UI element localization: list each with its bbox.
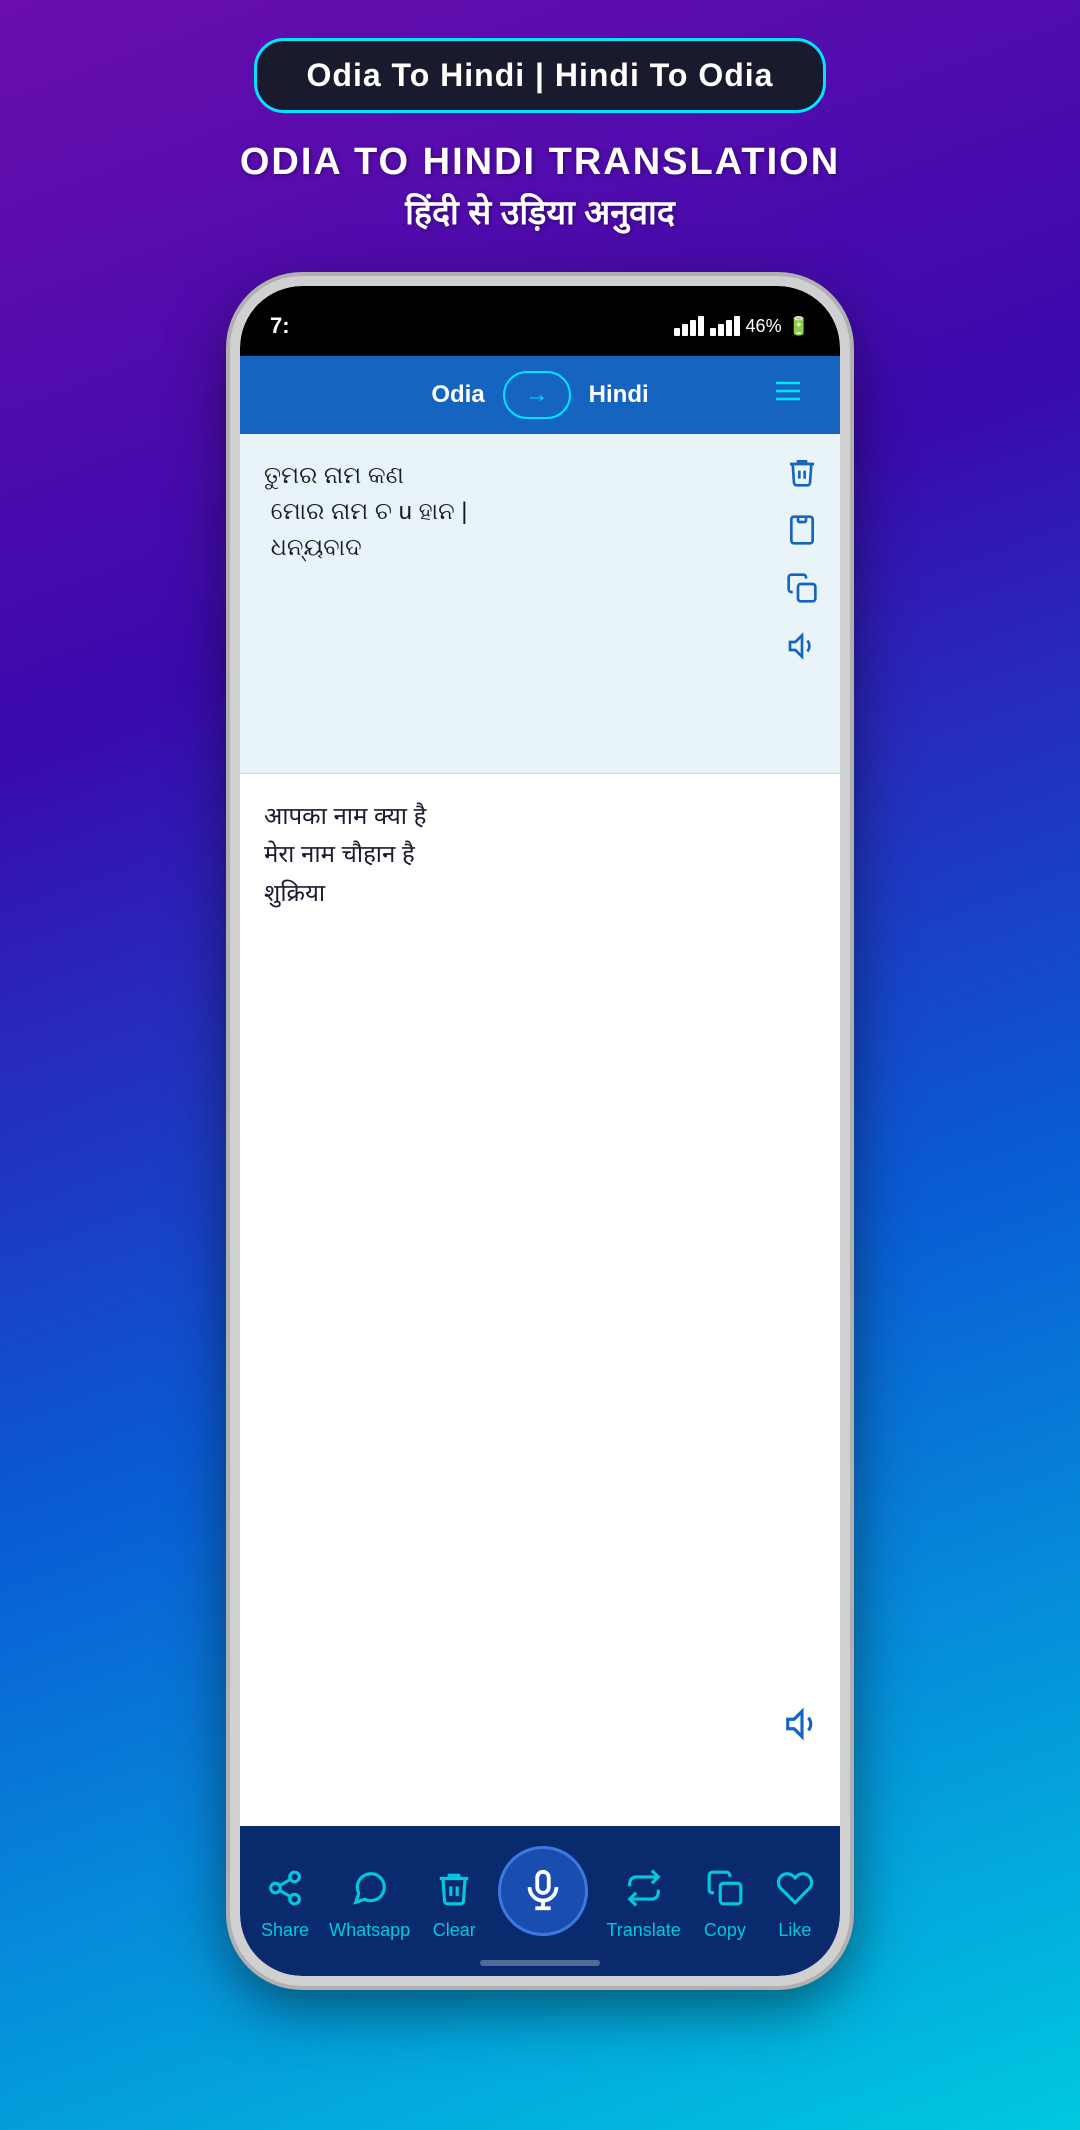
- copy-bottom-button[interactable]: Copy: [699, 1862, 751, 1941]
- notch: [460, 286, 620, 322]
- copy-label: Copy: [704, 1920, 746, 1941]
- share-icon-wrap: [259, 1862, 311, 1914]
- translate-button[interactable]: Translate: [606, 1862, 680, 1941]
- phone-mockup: 7: 46% 🔋 Odia → Hindi: [230, 276, 850, 1986]
- input-text: ତୁମର ନାମ କଣ ମୋର ନାମ ଚ u ହାନ | ଧନ୍ୟବାଦ: [264, 458, 816, 566]
- signal-bar-1: [674, 316, 704, 336]
- output-section: आपका नाम क्या है मेरा नाम चौहान है शुक्र…: [240, 774, 840, 1826]
- app-nav: Odia → Hindi: [240, 356, 840, 434]
- speak-input-button[interactable]: [780, 624, 824, 668]
- battery-icon: 🔋: [788, 316, 810, 337]
- delete-button[interactable]: [780, 450, 824, 494]
- home-indicator: [480, 1960, 600, 1966]
- target-lang: Hindi: [589, 381, 649, 409]
- share-label: Share: [261, 1920, 309, 1941]
- content-area: ତୁମର ନାମ କଣ ମୋର ନାମ ଚ u ହାନ | ଧନ୍ୟବାଦ: [240, 434, 840, 1826]
- whatsapp-button[interactable]: Whatsapp: [329, 1862, 410, 1941]
- heading-block: ODIA TO HINDI TRANSLATION हिंदी से उड़िय…: [240, 141, 840, 234]
- source-lang: Odia: [431, 381, 484, 409]
- signal-bar-2: [710, 316, 740, 336]
- translate-label: Translate: [606, 1920, 680, 1941]
- clear-button[interactable]: Clear: [428, 1862, 480, 1941]
- copy-icon-wrap: [699, 1862, 751, 1914]
- bottom-bar: Share Whatsapp Clear: [240, 1826, 840, 1976]
- clear-label: Clear: [433, 1920, 476, 1941]
- app-title-bar: Odia To Hindi | Hindi To Odia: [254, 38, 827, 113]
- status-time: 7:: [270, 313, 290, 339]
- mic-button[interactable]: [498, 1846, 588, 1936]
- output-text: आपका नाम क्या है मेरा नाम चौहान है शुक्र…: [264, 798, 816, 913]
- share-button[interactable]: Share: [259, 1862, 311, 1941]
- like-button[interactable]: Like: [769, 1862, 821, 1941]
- translate-icon-wrap: [618, 1862, 670, 1914]
- speak-output-button[interactable]: [780, 1702, 824, 1746]
- status-bar: 7: 46% 🔋: [240, 286, 840, 356]
- heading-line2: हिंदी से उड़िया अनुवाद: [240, 188, 840, 234]
- input-section[interactable]: ତୁମର ନାମ କଣ ମୋର ନାମ ଚ u ହାନ | ଧନ୍ୟବାଦ: [240, 434, 840, 774]
- status-icons: 46% 🔋: [674, 316, 810, 337]
- like-icon-wrap: [769, 1862, 821, 1914]
- whatsapp-icon-wrap: [344, 1862, 396, 1914]
- app-title-text: Odia To Hindi | Hindi To Odia: [307, 57, 774, 93]
- whatsapp-label: Whatsapp: [329, 1920, 410, 1941]
- clipboard-button[interactable]: [780, 508, 824, 552]
- action-icons: [780, 450, 824, 668]
- like-label: Like: [778, 1920, 811, 1941]
- copy-button[interactable]: [780, 566, 824, 610]
- heading-line1: ODIA TO HINDI TRANSLATION: [240, 141, 840, 184]
- clear-icon-wrap: [428, 1862, 480, 1914]
- arrow-icon: →: [525, 381, 549, 409]
- swap-lang-button[interactable]: →: [503, 371, 571, 419]
- menu-icon[interactable]: [772, 375, 804, 415]
- battery-percent: 46%: [746, 316, 782, 337]
